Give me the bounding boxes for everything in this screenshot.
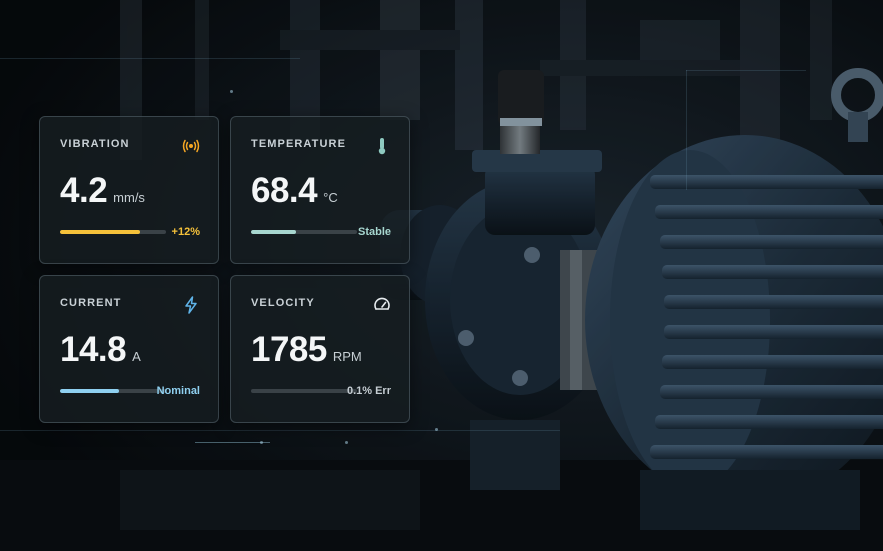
metric-value-row: 14.8 A bbox=[60, 330, 141, 370]
metric-progress-track bbox=[60, 230, 166, 234]
metric-status: +12% bbox=[171, 226, 200, 238]
metric-unit: mm/s bbox=[113, 190, 145, 205]
tech-grid-line bbox=[0, 430, 560, 431]
velocity-metric-card[interactable]: VELOCITY 1785 RPM 0.1% Err bbox=[230, 275, 410, 423]
metric-progress-track bbox=[251, 389, 357, 393]
metric-value-row: 68.4 °C bbox=[251, 171, 338, 211]
metric-unit: °C bbox=[323, 190, 338, 205]
metric-progress-fill bbox=[60, 230, 140, 234]
lightning-bolt-icon bbox=[182, 296, 200, 314]
vibration-metric-card[interactable]: VIBRATION 4.2 mm/s +12% bbox=[39, 116, 219, 264]
speedometer-gauge-icon bbox=[373, 296, 391, 314]
metric-label: VELOCITY bbox=[251, 297, 315, 309]
tech-grid-line bbox=[195, 442, 270, 443]
metric-label: VIBRATION bbox=[60, 138, 130, 150]
metric-value: 4.2 bbox=[60, 171, 108, 210]
metric-progress-fill bbox=[251, 230, 296, 234]
thermometer-icon bbox=[373, 137, 391, 155]
metric-value-row: 4.2 mm/s bbox=[60, 171, 145, 211]
metric-progress-track bbox=[60, 389, 166, 393]
tech-grid-line bbox=[686, 70, 687, 190]
metric-status: 0.1% Err bbox=[346, 385, 391, 397]
tech-grid-line bbox=[686, 70, 806, 71]
metric-value: 14.8 bbox=[60, 330, 127, 369]
tech-node-dot bbox=[435, 428, 438, 431]
metric-label: CURRENT bbox=[60, 297, 122, 309]
tech-node-dot bbox=[260, 441, 263, 444]
metric-progress-fill bbox=[60, 389, 120, 393]
current-metric-card[interactable]: CURRENT 14.8 A Nominal bbox=[39, 275, 219, 423]
metric-label: TEMPERATURE bbox=[251, 138, 347, 150]
tech-grid-line bbox=[0, 58, 300, 59]
metric-unit: RPM bbox=[332, 349, 362, 364]
metric-value: 1785 bbox=[251, 330, 327, 369]
metric-unit: A bbox=[132, 349, 141, 364]
metric-status: Nominal bbox=[156, 385, 200, 397]
vibration-signal-icon bbox=[182, 137, 200, 155]
metric-status: Stable bbox=[357, 226, 391, 238]
metric-progress-track bbox=[251, 230, 357, 234]
metric-value-row: 1785 RPM bbox=[251, 330, 362, 370]
temperature-metric-card[interactable]: TEMPERATURE 68.4 °C Stable bbox=[230, 116, 410, 264]
tech-node-dot bbox=[230, 90, 233, 93]
metric-value: 68.4 bbox=[251, 171, 318, 210]
tech-node-dot bbox=[345, 441, 348, 444]
